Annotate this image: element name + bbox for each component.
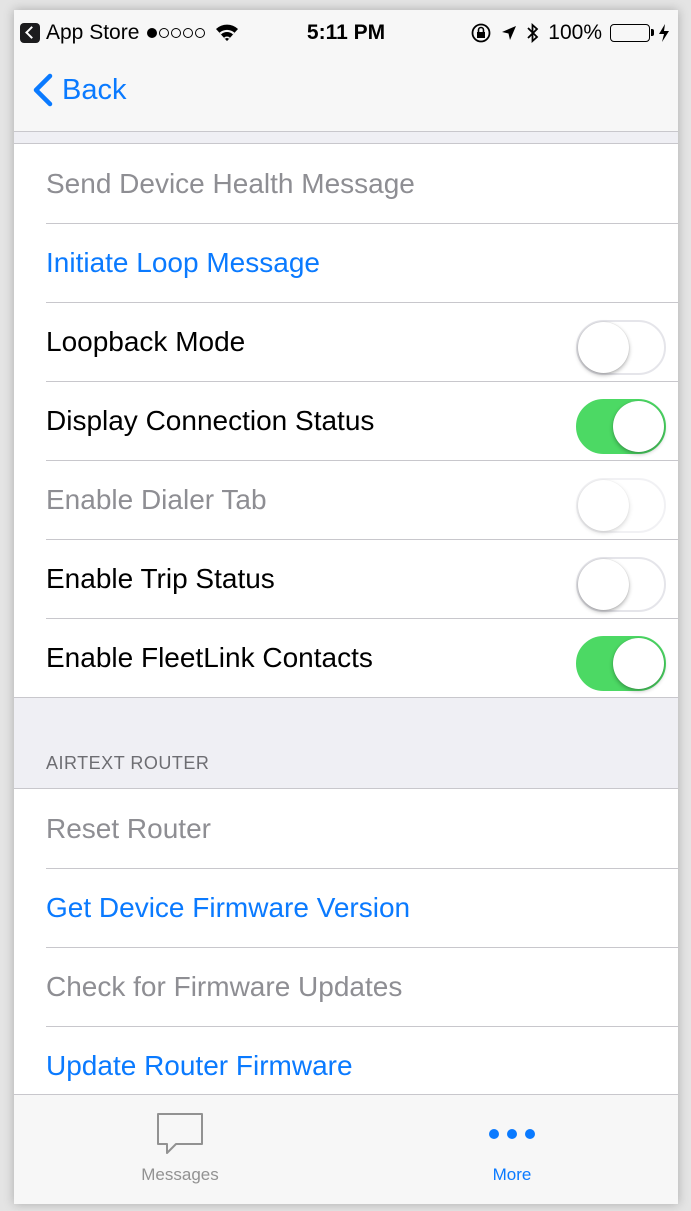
location-arrow-icon <box>502 26 517 40</box>
charging-bolt-icon <box>659 24 669 42</box>
battery-percent: 100% <box>548 21 602 44</box>
enable-fleetlink-contacts-row: Enable FleetLink Contacts <box>14 618 678 697</box>
router-settings-group: Reset Router Get Device Firmware Version… <box>14 788 678 1106</box>
tab-messages[interactable]: Messages <box>14 1095 346 1204</box>
check-for-firmware-updates-row[interactable]: Check for Firmware Updates <box>14 947 678 1026</box>
tab-more[interactable]: More <box>346 1095 678 1204</box>
row-label: Loopback Mode <box>46 325 246 357</box>
back-button-label: Back <box>62 73 127 106</box>
status-right: 100% <box>470 21 670 45</box>
enable-trip-status-row: Enable Trip Status <box>14 539 678 618</box>
row-label: Display Connection Status <box>46 404 375 436</box>
display-connection-status-row: Display Connection Status <box>14 381 678 460</box>
row-label: Update Router Firmware <box>46 1049 353 1081</box>
row-label: Get Device Firmware Version <box>46 891 411 923</box>
tab-label: More <box>492 1165 532 1184</box>
get-device-firmware-version-row[interactable]: Get Device Firmware Version <box>14 868 678 947</box>
tab-bar: Messages More <box>14 1094 678 1204</box>
phone-screen: App Store 5:11 PM 100% Back Send Device … <box>14 10 678 1204</box>
bluetooth-icon <box>527 22 539 44</box>
display-connection-status-toggle[interactable] <box>576 399 666 454</box>
reset-router-row[interactable]: Reset Router <box>14 789 678 868</box>
row-label: Send Device Health Message <box>46 167 415 199</box>
loopback-mode-row: Loopback Mode <box>14 302 678 381</box>
row-label: Check for Firmware Updates <box>46 970 403 1002</box>
chevron-left-icon <box>33 73 53 107</box>
enable-dialer-tab-toggle <box>576 478 666 533</box>
enable-trip-status-toggle[interactable] <box>576 557 666 612</box>
row-label: Initiate Loop Message <box>46 246 320 278</box>
back-button[interactable]: Back <box>28 72 126 108</box>
row-label: Reset Router <box>46 812 211 844</box>
row-label: Enable Dialer Tab <box>46 483 267 515</box>
row-label: Enable Trip Status <box>46 562 275 594</box>
navigation-bar: Back <box>14 54 678 132</box>
loopback-mode-toggle[interactable] <box>576 320 666 375</box>
settings-list: Send Device Health Message Initiate Loop… <box>14 143 678 1106</box>
device-settings-group: Send Device Health Message Initiate Loop… <box>14 143 678 698</box>
send-device-health-message-row[interactable]: Send Device Health Message <box>14 144 678 223</box>
tab-label: Messages <box>141 1165 219 1184</box>
battery-icon <box>610 24 654 42</box>
more-dots-icon <box>489 1129 535 1139</box>
speech-bubble-icon <box>157 1113 203 1154</box>
status-bar: App Store 5:11 PM 100% <box>14 10 678 54</box>
orientation-lock-icon <box>471 23 491 43</box>
row-label: Enable FleetLink Contacts <box>46 641 373 673</box>
initiate-loop-message-row[interactable]: Initiate Loop Message <box>14 223 678 302</box>
enable-dialer-tab-row: Enable Dialer Tab <box>14 460 678 539</box>
airtext-router-section-header: AIRTEXT ROUTER <box>46 753 210 773</box>
enable-fleetlink-contacts-toggle[interactable] <box>576 636 666 691</box>
